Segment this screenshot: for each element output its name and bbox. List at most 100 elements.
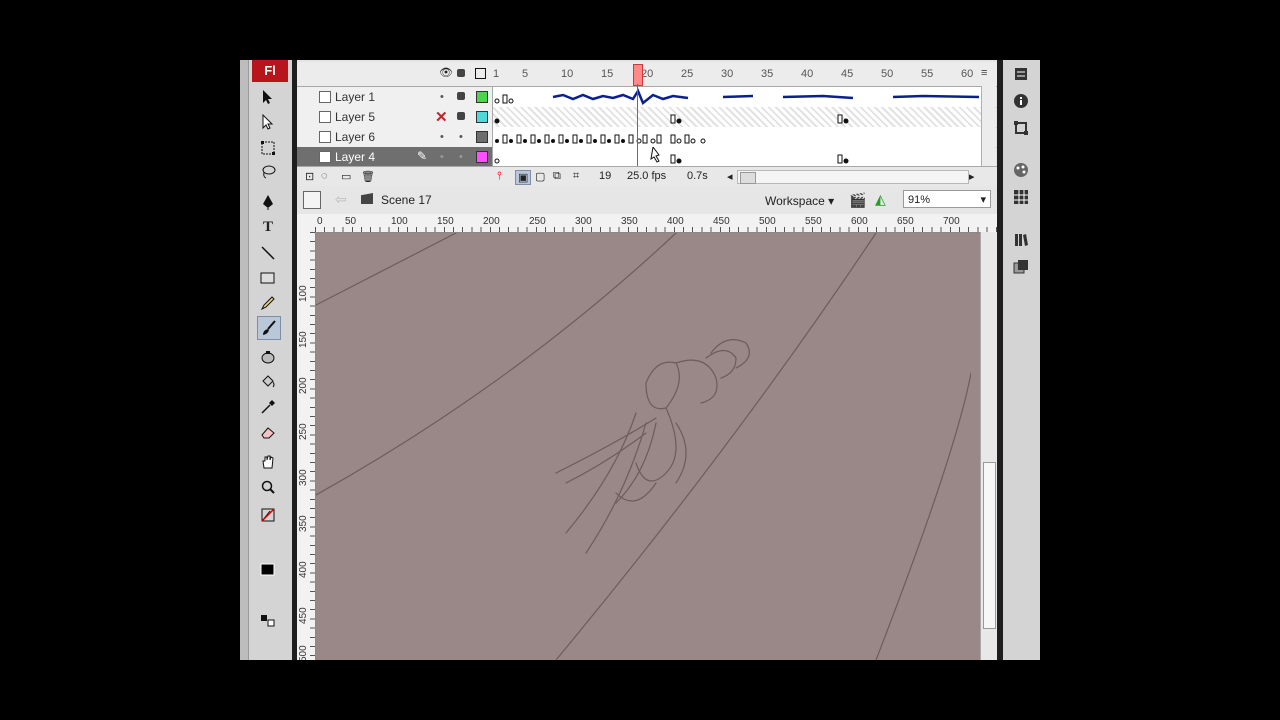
hand-tool-icon[interactable] — [257, 451, 279, 473]
layer-frames[interactable] — [493, 107, 981, 127]
layer-label: Layer 1 — [335, 90, 376, 104]
outline-all-icon[interactable] — [475, 68, 486, 79]
eyedropper-tool-icon[interactable] — [257, 396, 279, 418]
layer-type-icon — [319, 131, 331, 143]
ruler-tick-label: 350 — [621, 216, 638, 227]
frame-number: 10 — [561, 68, 574, 80]
swap-colors-icon[interactable] — [257, 610, 279, 632]
text-tool-icon[interactable]: T — [257, 216, 279, 238]
ruler-tick-label: 500 — [759, 216, 776, 227]
layer-name-cell[interactable]: Layer 6 • • — [297, 127, 493, 147]
frame-rate[interactable]: 25.0 fps — [627, 170, 666, 182]
layer-row[interactable]: Layer 6 • • — [297, 127, 997, 148]
layer-lock-icon[interactable] — [457, 92, 465, 100]
add-motion-guide-icon[interactable]: ◌ — [321, 170, 328, 182]
layer-name-cell[interactable]: Layer 5 ✕ — [297, 107, 493, 127]
free-transform-tool-icon[interactable] — [257, 137, 279, 159]
edit-multiple-frames-icon[interactable]: ⧉ — [553, 170, 561, 183]
tools-panel-gripper[interactable] — [240, 60, 249, 660]
playhead[interactable] — [633, 64, 643, 86]
ruler-tick-label: 400 — [298, 561, 309, 578]
layer-outline-swatch[interactable] — [476, 131, 488, 143]
layer-frames[interactable] — [493, 145, 981, 167]
scroll-right-arrow-icon[interactable]: ▸ — [969, 170, 975, 183]
components-panel-icon[interactable] — [1011, 257, 1031, 277]
swatches-panel-icon[interactable] — [1011, 187, 1031, 207]
layer-outline-swatch[interactable] — [476, 151, 488, 163]
transform-panel-icon[interactable] — [1011, 118, 1031, 138]
scrollbar-thumb[interactable] — [740, 172, 756, 184]
rectangle-tool-icon[interactable] — [257, 267, 279, 289]
tools-panel: Fl T — [240, 60, 293, 660]
onion-skin-icon[interactable]: ▣ — [515, 170, 532, 185]
timeline-vertical-scrollbar[interactable] — [981, 86, 996, 166]
fill-color-icon[interactable] — [257, 558, 279, 580]
modify-onion-markers-icon[interactable]: ⌗ — [573, 170, 579, 183]
layer-hidden-icon[interactable]: ✕ — [435, 108, 448, 126]
layer-row[interactable]: Layer 5 ✕ — [297, 107, 997, 128]
workspace-menu[interactable]: Workspace ▾ — [765, 194, 834, 208]
layer-lock-icon[interactable] — [457, 112, 465, 120]
show-hide-all-icon[interactable]: 👁 — [439, 66, 453, 79]
color-panel-icon[interactable] — [1011, 160, 1031, 180]
add-layer-icon[interactable]: ⊡ — [305, 170, 314, 183]
ruler-tick-label: 200 — [483, 216, 500, 227]
timeline-horizontal-scrollbar[interactable] — [737, 170, 969, 184]
ruler-tick-label: 450 — [298, 607, 309, 624]
timeline-header: 👁 1 5 10 15 20 25 30 35 40 45 50 55 60 ≡ — [297, 62, 997, 87]
scroll-left-arrow-icon[interactable]: ◂ — [727, 170, 733, 183]
edit-symbols-icon[interactable]: ◭ — [875, 191, 886, 208]
layer-row[interactable]: Layer 4 ✎ • • — [297, 145, 997, 168]
zoom-tool-icon[interactable] — [257, 476, 279, 498]
layer-lock-dot[interactable]: • — [459, 151, 463, 163]
ruler-tick-label: 150 — [298, 331, 309, 348]
center-frame-icon[interactable]: ⫯ — [497, 170, 502, 183]
layer-name-cell[interactable]: Layer 1 • — [297, 87, 493, 107]
layer-visibility-dot[interactable]: • — [440, 91, 444, 103]
layer-outline-swatch[interactable] — [476, 91, 488, 103]
pen-tool-icon[interactable] — [257, 191, 279, 213]
subselection-tool-icon[interactable] — [257, 111, 279, 133]
layer-visibility-dot[interactable]: • — [440, 151, 444, 163]
scene-name: Scene 17 — [381, 193, 432, 207]
zoom-dropdown-arrow-icon[interactable]: ▾ — [980, 191, 986, 209]
delete-layer-icon[interactable]: 🗑 — [361, 170, 375, 183]
layer-row[interactable]: Layer 1 • — [297, 87, 997, 108]
layer-name-cell[interactable]: Layer 4 ✎ • • — [297, 147, 493, 167]
layer-frames[interactable] — [493, 87, 981, 107]
ink-bottle-tool-icon[interactable] — [257, 346, 279, 368]
layer-label: Layer 4 — [335, 150, 376, 164]
library-panel-icon[interactable] — [1011, 230, 1031, 250]
add-folder-icon[interactable]: ▭ — [341, 170, 351, 183]
onion-skin-outlines-icon[interactable]: ▢ — [535, 170, 545, 183]
lasso-tool-icon[interactable] — [257, 161, 279, 183]
layer-visibility-dot[interactable]: • — [440, 131, 444, 143]
eraser-tool-icon[interactable] — [257, 421, 279, 443]
back-arrow-icon[interactable]: ⇦ — [335, 191, 347, 208]
vertical-ruler[interactable]: 100 150 200 250 300 350 400 450 500 — [297, 232, 316, 660]
properties-panel-icon[interactable] — [1011, 64, 1031, 84]
info-panel-icon[interactable] — [1011, 91, 1031, 111]
paint-bucket-tool-icon[interactable] — [257, 371, 279, 393]
lock-all-icon[interactable] — [457, 69, 465, 77]
ruler-tick-label: 50 — [345, 216, 357, 227]
layer-outline-swatch[interactable] — [476, 111, 488, 123]
timeline-toggle-icon[interactable] — [303, 191, 321, 209]
ruler-tick-label: 300 — [575, 216, 592, 227]
stage-canvas[interactable] — [315, 232, 972, 660]
zoom-combobox[interactable]: 91% ▾ — [903, 190, 991, 208]
layer-frames[interactable] — [493, 127, 981, 147]
stroke-color-icon[interactable] — [257, 504, 279, 526]
timeline-menu-icon[interactable]: ≡ — [981, 67, 987, 79]
selection-tool-icon[interactable] — [257, 86, 279, 108]
right-panel-dock — [1003, 60, 1040, 660]
edit-scene-icon[interactable]: 🎬 — [849, 192, 866, 209]
brush-tool-icon[interactable] — [257, 316, 281, 340]
scrollbar-thumb[interactable] — [983, 462, 996, 629]
stage-vertical-scrollbar[interactable] — [980, 232, 998, 660]
pencil-tool-icon[interactable] — [257, 292, 279, 314]
horizontal-ruler[interactable]: 0 50 100 150 200 250 300 350 400 450 500… — [315, 214, 997, 233]
line-tool-icon[interactable] — [257, 242, 279, 264]
layer-lock-dot[interactable]: • — [459, 131, 463, 143]
ruler-tick-label: 200 — [298, 377, 309, 394]
